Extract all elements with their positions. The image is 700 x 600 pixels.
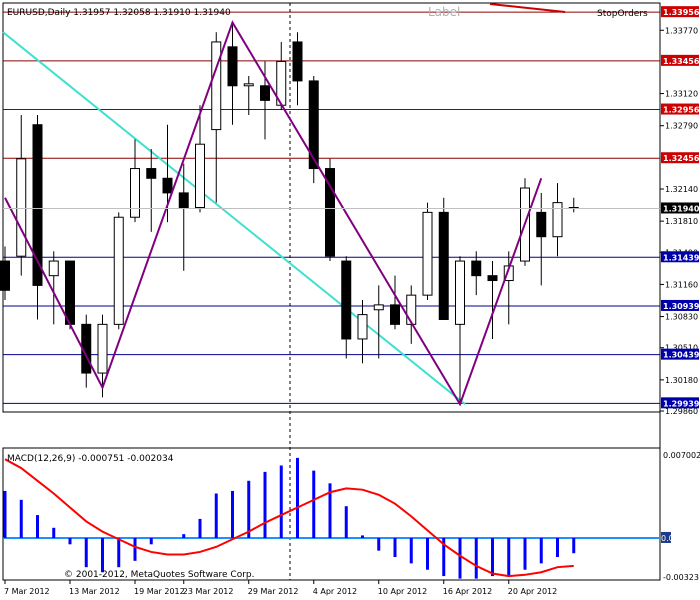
candle-down (0, 260, 10, 291)
candle-up (406, 294, 417, 325)
candle-up (48, 260, 59, 277)
macd-axis-label: -0.00323 (663, 573, 699, 582)
candle-down (438, 211, 449, 320)
candle-up (455, 260, 465, 325)
price-tag-label: 1.32956 (663, 106, 700, 115)
trading-chart[interactable]: 1.33770 1.33120 1.32790 1.32140 1.31810 1.314… (0, 0, 700, 600)
price-tick-label: 1.30830 (665, 313, 698, 322)
macd-title: MACD(12,26,9) -0.000751 -0.002034 (7, 454, 174, 464)
time-tick-label: 19 Mar 2012 (134, 587, 185, 596)
candle-down (471, 260, 482, 277)
price-tag-label: 1.30939 (663, 302, 700, 311)
price-tick-label: 1.33120 (665, 90, 698, 99)
time-tick-label: 23 Mar 2012 (183, 587, 234, 596)
candle-down (178, 192, 189, 208)
price-tick-label: 1.29860 (665, 407, 698, 416)
candle-down (65, 260, 75, 325)
price-tick-label: 1.32790 (665, 122, 698, 131)
price-tag-label: 1.33456 (663, 57, 700, 66)
candle-up (195, 143, 205, 208)
chart-label[interactable]: Label (428, 5, 460, 19)
time-tick-label: 29 Mar 2012 (248, 587, 299, 596)
candle-down (260, 85, 270, 101)
price-tag-label: 1.33956 (663, 8, 700, 17)
time-tick-label: 4 Apr 2012 (313, 587, 357, 596)
time-tick-label: 13 Mar 2012 (69, 587, 120, 596)
candle-up (16, 158, 27, 257)
candle-down (227, 46, 238, 87)
candle-up (130, 168, 140, 218)
candle-down (146, 168, 157, 179)
candle-up (113, 216, 124, 325)
time-tick-label: 20 Apr 2012 (508, 587, 557, 596)
candle-up (422, 211, 433, 296)
price-tick-label: 1.33770 (665, 26, 698, 35)
time-tick-label: 10 Apr 2012 (378, 587, 427, 596)
candle-down (536, 211, 547, 238)
price-tick-label: 1.30180 (665, 376, 698, 385)
candle-up (243, 83, 254, 87)
time-tick-label: 16 Apr 2012 (443, 587, 492, 596)
symbol-info: EURUSD,Daily 1.31957 1.32058 1.31910 1.3… (7, 8, 231, 18)
macd-axis-label: 0.00 (661, 534, 679, 543)
candle-down (487, 275, 498, 282)
stop-orders-label[interactable]: StopOrders (597, 9, 648, 19)
candle-up (357, 314, 368, 340)
candle-up (211, 41, 222, 131)
price-axis: 1.33770 1.33120 1.32790 1.32140 1.31810 1.314… (660, 6, 700, 582)
candle-up (373, 304, 384, 311)
candle-up (552, 202, 563, 238)
candle-down (292, 41, 303, 82)
price-tag-label: 1.29939 (663, 399, 700, 408)
candle-down (341, 260, 352, 340)
price-tick-label: 1.31160 (665, 280, 698, 289)
price-tag-label: 1.32456 (663, 154, 700, 163)
price-tick-label: 1.32140 (665, 185, 698, 194)
candle-down (390, 304, 400, 325)
macd-axis-label: 0.007002 (663, 451, 700, 460)
candle-down (162, 177, 173, 194)
price-tag-label: 1.30439 (663, 351, 700, 360)
price-tag-label: 1.31940 (663, 204, 700, 213)
candle-up (97, 323, 108, 374)
price-tick-label: 1.31810 (665, 217, 698, 226)
time-tick-label: 7 Mar 2012 (4, 587, 50, 596)
copyright: © 2001-2012, MetaQuotes Software Corp. (64, 570, 255, 580)
time-axis: 7 Mar 2012 13 Mar 2012 19 Mar 201223 Mar 2… (4, 580, 557, 596)
price-tag-label: 1.31439 (663, 253, 700, 262)
